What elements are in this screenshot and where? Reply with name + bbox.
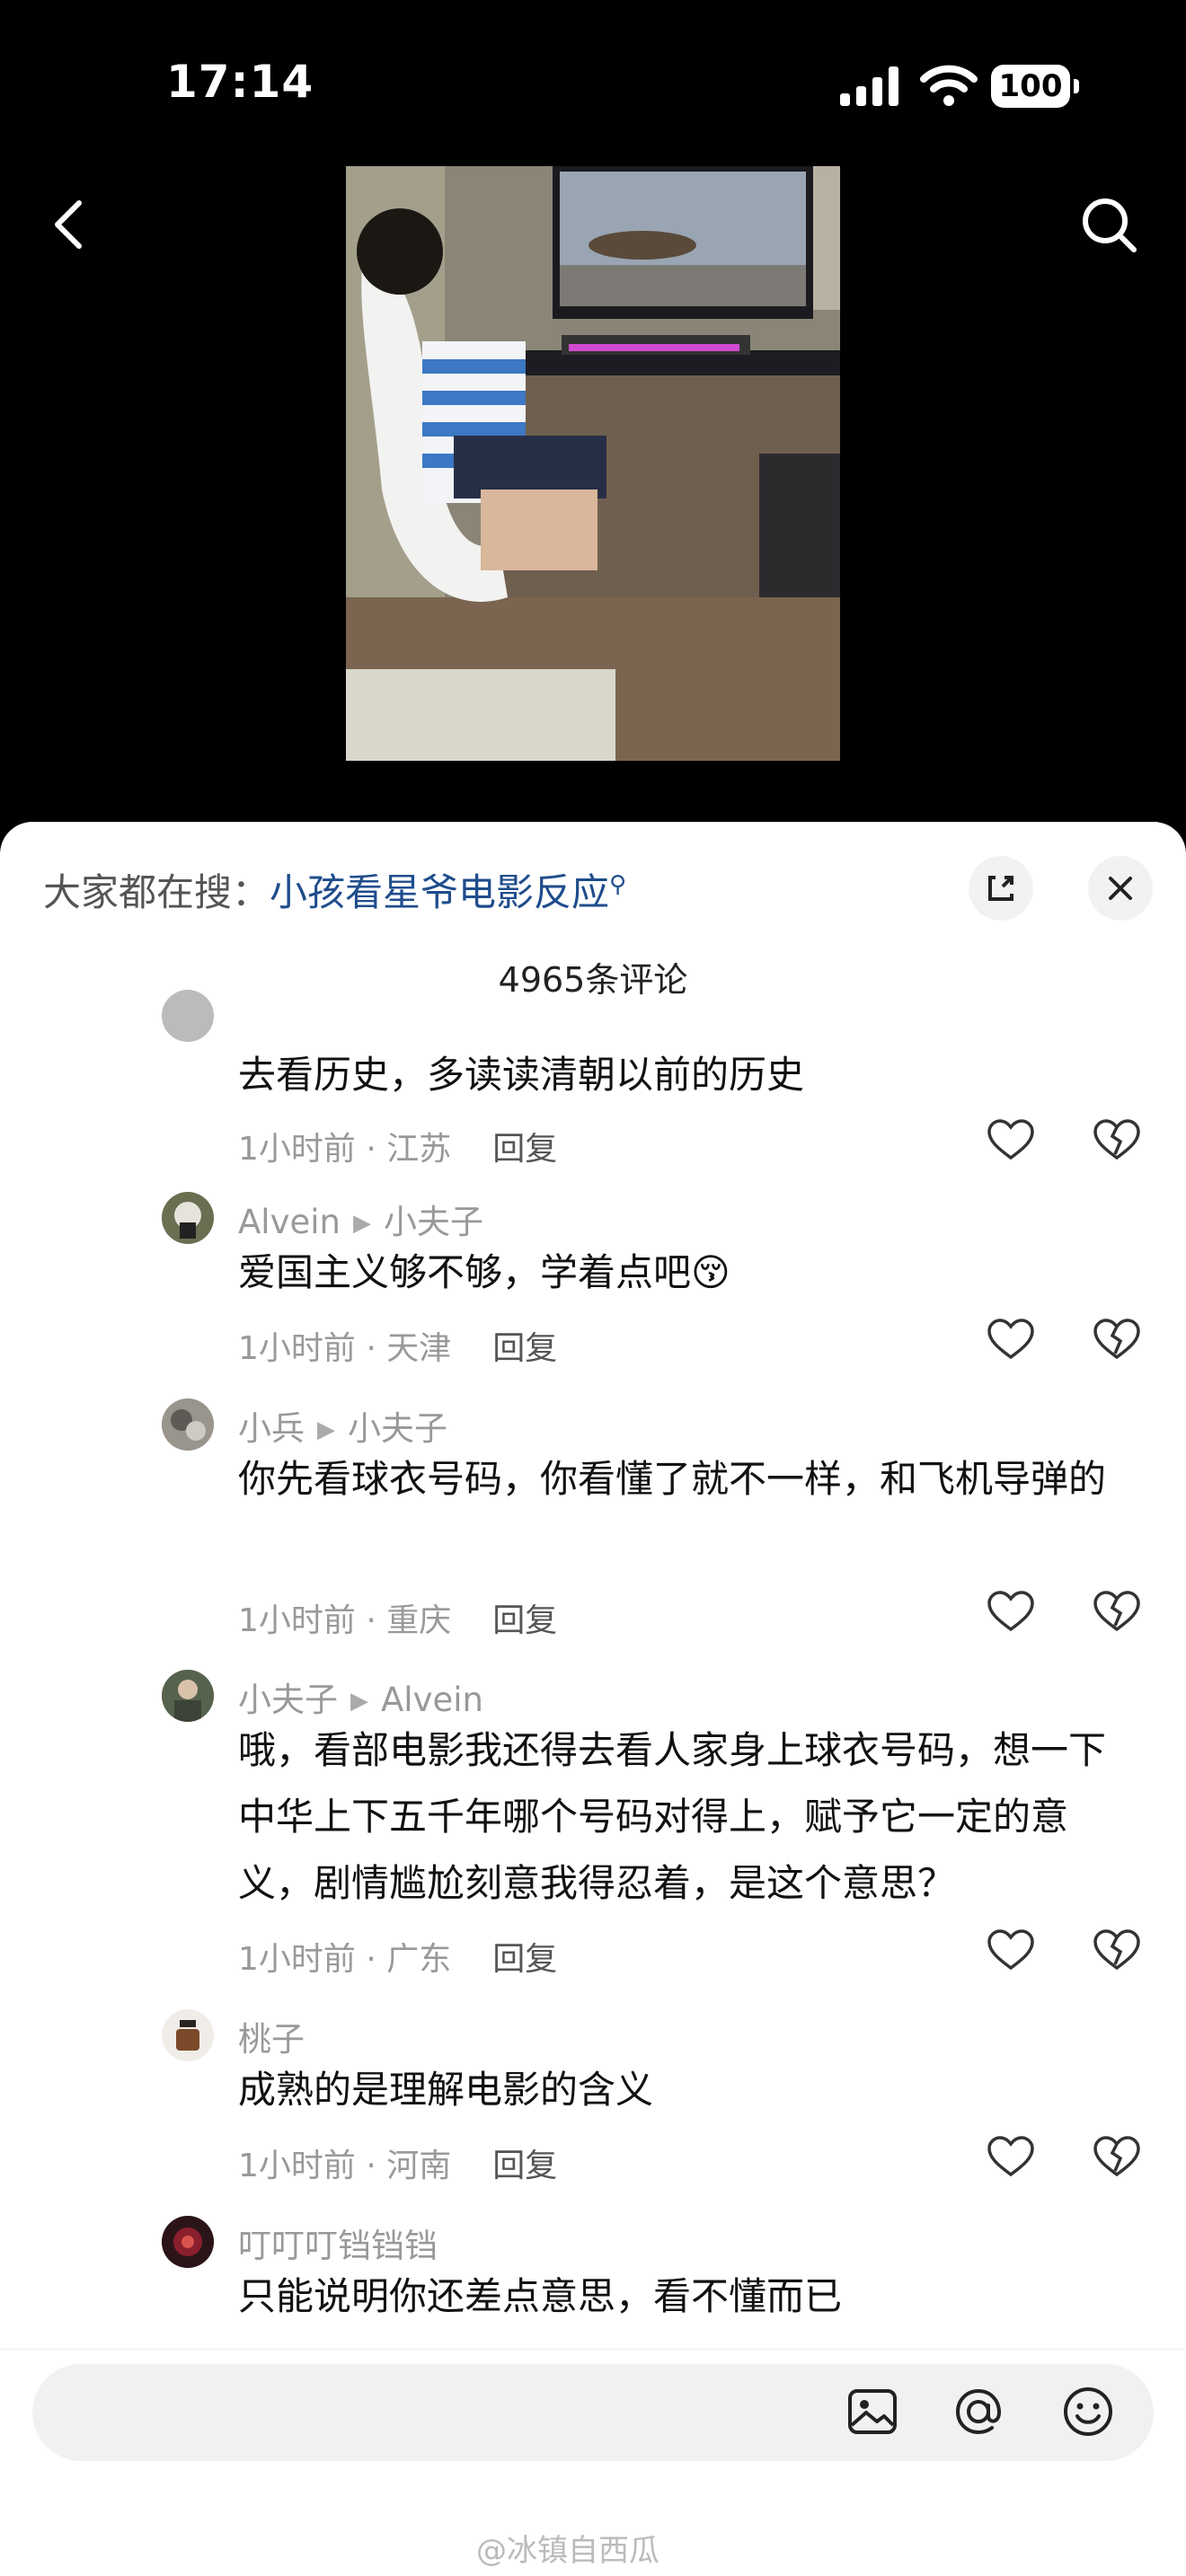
comment-author-line: 小兵 ▶ 小夫子	[238, 1401, 447, 1450]
comment-meta: 1小时前 · 河南 回复	[238, 2139, 557, 2186]
reply-button[interactable]: 回复	[492, 2148, 557, 2184]
like-heart-icon[interactable]	[987, 2135, 1035, 2178]
like-heart-icon[interactable]	[987, 1928, 1035, 1972]
comment-author[interactable]: 桃子	[238, 2020, 305, 2059]
reply-button[interactable]: 回复	[492, 1941, 557, 1978]
comment-author[interactable]: Alvein	[238, 1203, 341, 1241]
watermark-text: @冰镇自西瓜	[476, 2533, 659, 2569]
expand-icon	[988, 876, 1013, 901]
reply-to-user[interactable]: 小夫子	[348, 1409, 447, 1448]
comment-time-location: 1小时前 · 广东	[238, 1941, 452, 1978]
avatar[interactable]	[162, 2216, 214, 2268]
hot-search-suggestion[interactable]: 大家都在搜：小孩看星爷电影反应⚲	[43, 862, 626, 917]
comment-author[interactable]: 叮叮叮铛铛铛	[238, 2227, 438, 2265]
comment-author-line: 叮叮叮铛铛铛	[238, 2219, 438, 2267]
hot-search-query[interactable]: 小孩看星爷电影反应	[270, 870, 609, 914]
reply-button[interactable]: 回复	[492, 1330, 557, 1367]
status-time: 17:14	[166, 56, 314, 108]
search-icon[interactable]	[1069, 189, 1150, 260]
mention-at-icon[interactable]	[951, 2384, 1006, 2439]
dislike-broken-heart-icon[interactable]	[1093, 1318, 1141, 1361]
reply-to-user[interactable]: 小夫子	[384, 1203, 483, 1241]
comment-time-location: 1小时前 · 天津	[238, 1330, 452, 1367]
back-arrow-icon[interactable]	[36, 189, 99, 260]
avatar[interactable]	[162, 1670, 214, 1722]
status-bar: 17:14 100	[0, 0, 1186, 171]
search-small-icon: ⚲	[609, 871, 627, 898]
comment-text: 去看历史，多读读清朝以前的历史	[238, 1053, 805, 1097]
cellular-signal-icon	[840, 66, 899, 106]
comment-text: 成熟的是理解电影的含义	[238, 2068, 654, 2112]
close-button[interactable]	[1088, 856, 1153, 921]
comment-meta: 1小时前 · 重庆 回复	[238, 1594, 557, 1641]
comment-meta: 1小时前 · 天津 回复	[238, 1322, 557, 1369]
comment-input-bar: @冰镇自西瓜	[0, 2349, 1186, 2576]
avatar[interactable]	[162, 2009, 214, 2061]
hot-search-prefix: 大家都在搜：	[43, 870, 270, 914]
comment-author-line: Alvein ▶ 小夫子	[238, 1195, 483, 1243]
video-thumbnail[interactable]	[346, 166, 840, 761]
image-icon[interactable]	[845, 2384, 900, 2439]
comment-text: 哦，看部电影我还得去看人家身上球衣号码，想一下中华上下五千年哪个号码对得上，赋予…	[238, 1728, 1107, 1905]
dislike-broken-heart-icon[interactable]	[1093, 1118, 1141, 1161]
comment-author-line: 桃子	[238, 2012, 305, 2060]
close-icon	[1109, 877, 1132, 900]
avatar[interactable]	[162, 1398, 214, 1451]
comment-meta: 1小时前 · 广东 回复	[238, 1933, 557, 1980]
reply-button[interactable]: 回复	[492, 1131, 557, 1168]
battery-indicator: 100	[991, 65, 1079, 108]
reply-to-arrow-icon: ▶	[352, 1210, 371, 1237]
comment-author[interactable]: 小夫子	[238, 1681, 338, 1719]
reply-to-user[interactable]: Alvein	[381, 1681, 483, 1719]
reply-button[interactable]: 回复	[492, 1602, 557, 1639]
dislike-broken-heart-icon[interactable]	[1093, 1928, 1141, 1972]
comment-author-line: 小夫子 ▶ Alvein	[238, 1672, 483, 1721]
comment-text: 爱国主义够不够，学着点吧😚	[238, 1250, 730, 1294]
comment-sheet: 大家都在搜：小孩看星爷电影反应⚲ 4965条评论 去看历史，多读读清朝以前的历史…	[0, 822, 1186, 2576]
comment-text: 只能说明你还差点意思，看不懂而已	[238, 2274, 843, 2318]
comment-author[interactable]: 小兵	[238, 1409, 305, 1448]
reply-to-arrow-icon: ▶	[350, 1688, 368, 1715]
comment-time-location: 1小时前 · 河南	[238, 2148, 452, 2184]
comment-time-location: 1小时前 · 江苏	[238, 1131, 452, 1168]
avatar[interactable]	[162, 990, 214, 1042]
expand-button[interactable]	[969, 856, 1033, 921]
like-heart-icon[interactable]	[987, 1318, 1035, 1361]
comment-time-location: 1小时前 · 重庆	[238, 1602, 452, 1639]
avatar[interactable]	[162, 1192, 214, 1244]
emoji-icon[interactable]	[1060, 2384, 1116, 2439]
dislike-broken-heart-icon[interactable]	[1093, 1590, 1141, 1633]
dislike-broken-heart-icon[interactable]	[1093, 2135, 1141, 2178]
like-heart-icon[interactable]	[987, 1118, 1035, 1161]
wifi-icon	[920, 65, 978, 106]
reply-to-arrow-icon: ▶	[317, 1416, 335, 1443]
like-heart-icon[interactable]	[987, 1590, 1035, 1633]
comment-meta: 1小时前 · 江苏 回复	[238, 1123, 557, 1169]
comment-text: 你先看球衣号码，你看懂了就不一样，和飞机导弹的	[238, 1457, 1107, 1501]
